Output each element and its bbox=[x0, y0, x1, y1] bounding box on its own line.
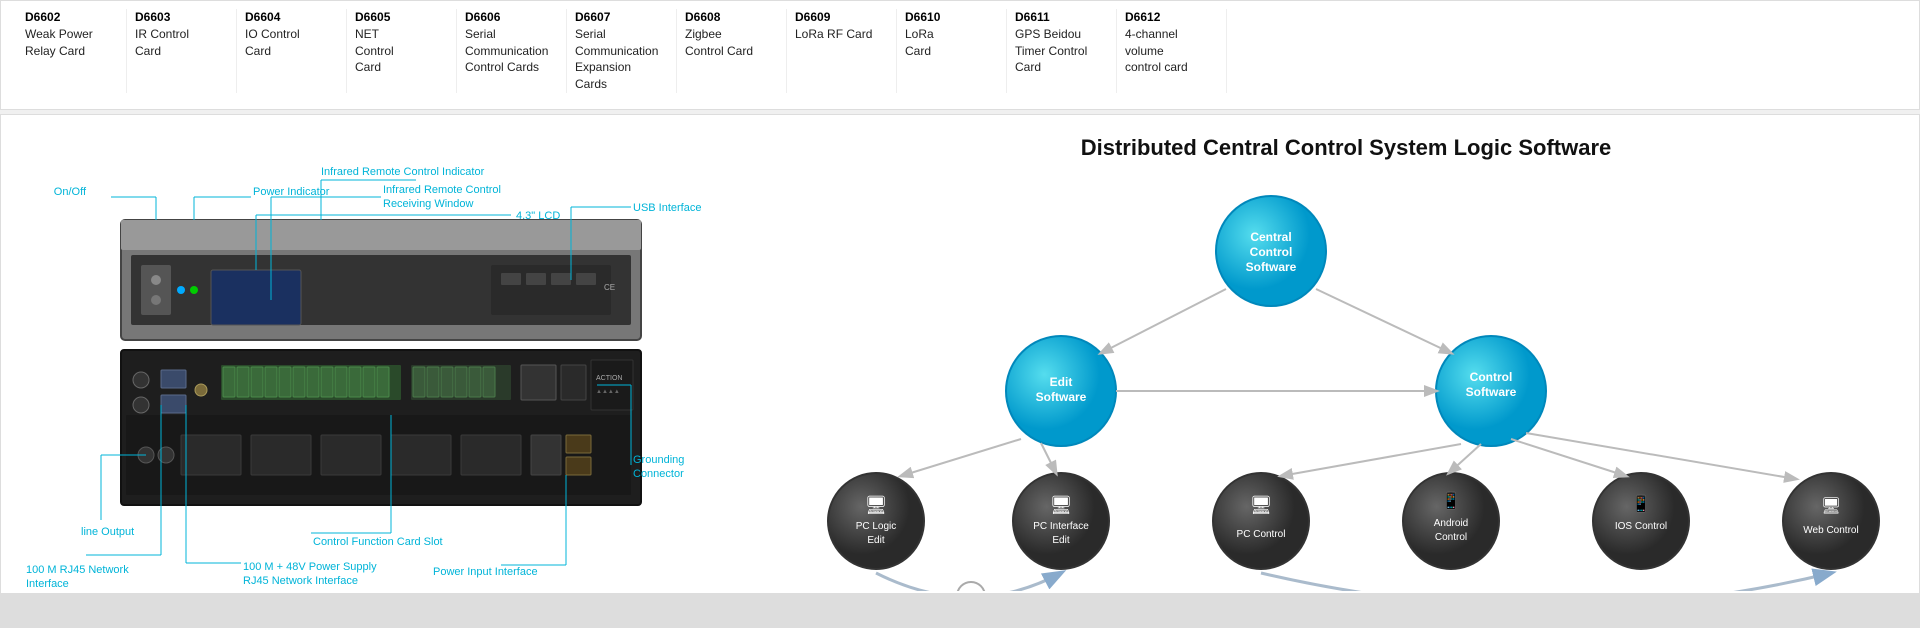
card-item: D6604 IO ControlCard bbox=[237, 9, 347, 93]
svg-text:Connector: Connector bbox=[633, 468, 684, 480]
logic-title: Distributed Central Control System Logic… bbox=[771, 135, 1920, 161]
card-item: D6607 SerialCommunicationExpansionCards bbox=[567, 9, 677, 93]
svg-text:Interface: Interface bbox=[26, 578, 69, 590]
svg-text:ACTION: ACTION bbox=[596, 375, 622, 382]
logic-svg: Central Control Software Edit Software C… bbox=[771, 181, 1920, 591]
svg-text:🖥: 🖥 bbox=[865, 495, 888, 515]
svg-text:Power Input Interface: Power Input Interface bbox=[433, 566, 538, 578]
svg-text:📱: 📱 bbox=[1631, 494, 1651, 513]
svg-text:PC Control: PC Control bbox=[1237, 529, 1286, 540]
svg-text:100 M RJ45 Network: 100 M RJ45 Network bbox=[26, 564, 129, 576]
middle-section: CE bbox=[0, 114, 1920, 594]
svg-text:🖥: 🖥 bbox=[1821, 497, 1841, 515]
svg-text:📱: 📱 bbox=[1441, 491, 1461, 510]
svg-text:Power Indicator: Power Indicator bbox=[253, 186, 330, 198]
svg-text:IOS Control: IOS Control bbox=[1615, 521, 1667, 532]
svg-text:Control Function Card Slot: Control Function Card Slot bbox=[313, 536, 443, 548]
logic-diagram-section: Distributed Central Control System Logic… bbox=[741, 115, 1920, 593]
cards-table-section: D6602 Weak PowerRelay Card D6603 IR Cont… bbox=[0, 0, 1920, 110]
svg-text:Grounding: Grounding bbox=[633, 454, 684, 466]
svg-text:Software: Software bbox=[1246, 260, 1297, 274]
card-item: D6603 IR ControlCard bbox=[127, 9, 237, 93]
card-item: D6610 LoRaCard bbox=[897, 9, 1007, 93]
svg-text:Control: Control bbox=[1435, 532, 1467, 543]
svg-text:▲▲▲▲: ▲▲▲▲ bbox=[596, 389, 620, 395]
svg-text:🖥: 🖥 bbox=[1250, 495, 1273, 515]
svg-text:Android: Android bbox=[1434, 518, 1468, 529]
card-item: D6612 4-channelvolumecontrol card bbox=[1117, 9, 1227, 93]
svg-text:Edit: Edit bbox=[1052, 535, 1069, 546]
svg-text:Receiving Window: Receiving Window bbox=[383, 198, 474, 210]
svg-text:Control: Control bbox=[1250, 245, 1293, 259]
svg-text:Edit: Edit bbox=[867, 535, 884, 546]
svg-text:Web Control: Web Control bbox=[1803, 525, 1858, 536]
svg-text:PC Logic: PC Logic bbox=[856, 521, 897, 532]
svg-text:①: ① bbox=[965, 589, 978, 591]
svg-text:Infrared Remote Control: Infrared Remote Control bbox=[383, 184, 501, 196]
svg-text:🖥: 🖥 bbox=[1050, 495, 1073, 515]
svg-text:RJ45 Network Interface: RJ45 Network Interface bbox=[243, 575, 358, 587]
svg-text:line Output: line Output bbox=[81, 526, 134, 538]
svg-text:Software: Software bbox=[1466, 385, 1517, 399]
svg-text:Central: Central bbox=[1250, 230, 1291, 244]
device-diagram: CE bbox=[1, 115, 741, 593]
card-item: D6602 Weak PowerRelay Card bbox=[17, 9, 127, 93]
card-item: D6608 ZigbeeControl Card bbox=[677, 9, 787, 93]
svg-text:4.3" LCD: 4.3" LCD bbox=[516, 210, 560, 222]
svg-text:USB Interface: USB Interface bbox=[633, 202, 701, 214]
card-item: D6605 NETControlCard bbox=[347, 9, 457, 93]
svg-text:Control: Control bbox=[1470, 370, 1513, 384]
card-item: D6609 LoRa RF Card bbox=[787, 9, 897, 93]
svg-text:CE: CE bbox=[604, 283, 615, 292]
bottom-stub bbox=[0, 594, 1920, 628]
svg-text:Edit: Edit bbox=[1050, 375, 1073, 389]
card-item: D6606 SerialCommunicationControl Cards bbox=[457, 9, 567, 93]
expansion-cards-table: D6602 Weak PowerRelay Card D6603 IR Cont… bbox=[17, 9, 1903, 93]
svg-text:100 M + 48V Power Supply: 100 M + 48V Power Supply bbox=[243, 561, 377, 573]
svg-text:Infrared Remote Control Indica: Infrared Remote Control Indicator bbox=[321, 166, 485, 178]
device-svg: CE bbox=[11, 125, 731, 594]
svg-text:On/Off: On/Off bbox=[54, 186, 87, 198]
svg-text:Software: Software bbox=[1036, 390, 1087, 404]
svg-text:PC Interface: PC Interface bbox=[1033, 521, 1089, 532]
card-item: D6611 GPS BeidouTimer ControlCard bbox=[1007, 9, 1117, 93]
